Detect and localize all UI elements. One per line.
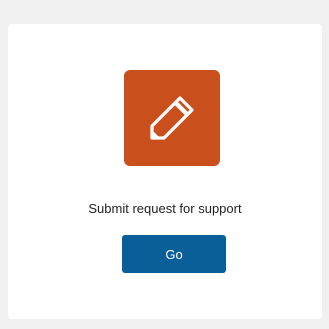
- pencil-icon-tile: [124, 70, 220, 166]
- pencil-icon: [150, 96, 194, 140]
- go-button[interactable]: Go: [122, 235, 226, 273]
- card-caption: Submit request for support: [88, 201, 242, 216]
- support-request-card: Submit request for support Go: [8, 24, 322, 319]
